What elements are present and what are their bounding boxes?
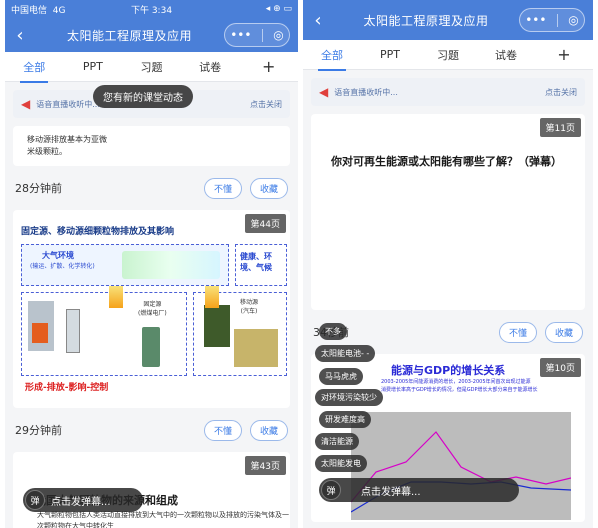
slide-card-44[interactable]: 第44页 固定源、移动源细颗粒物排放及其影响 大气环境 (输运、扩散、化学转化)…	[13, 210, 290, 408]
particle-image	[122, 251, 220, 279]
danmu-input-bar[interactable]: 弹 点击发弹幕...	[319, 478, 519, 502]
danmu-item: 研发难度高	[319, 411, 371, 428]
atmosphere-box: 大气环境 (输运、扩散、化学转化)	[21, 244, 229, 286]
left-screenshot: 中国电信 4G 下午 3:34 ◂ ⊕ ▭ ‹ 太阳能工程原理及应用 ••• ◎…	[5, 0, 298, 528]
page-title: 太阳能工程原理及应用	[363, 13, 489, 28]
fixed-source-label: 固定源 (燃煤电厂)	[138, 301, 167, 317]
fixed-source-box: 固定源 (燃煤电厂)	[21, 292, 187, 376]
nav-bar: ‹ 太阳能工程原理及应用 ••• ◎	[5, 18, 298, 52]
health-label: 健康、环境、气候	[240, 252, 272, 272]
favorite-button[interactable]: 收藏	[544, 321, 583, 343]
page-badge: 第44页	[244, 214, 286, 233]
speaker-icon: ◀	[21, 97, 31, 111]
timestamp: 28分钟前	[15, 182, 62, 195]
slide-meta-row: 29分钟前 不懂 收藏	[5, 412, 298, 448]
tab-ppt[interactable]: PPT	[64, 60, 123, 73]
favorite-button[interactable]: 收藏	[249, 419, 288, 441]
form-emit-control-label: 形成-排放-影响-控制	[25, 383, 109, 393]
slide-text-line: 米级颗粒。	[27, 147, 67, 156]
engine-image	[204, 305, 230, 347]
nav-bar: ‹ 太阳能工程原理及应用 ••• ◎	[303, 0, 593, 40]
tab-ppt[interactable]: PPT	[361, 48, 419, 61]
tab-exams[interactable]: 试卷	[477, 47, 535, 63]
page-badge: 第43页	[244, 456, 286, 475]
atmosphere-sub: (输运、扩散、化学转化)	[30, 263, 95, 270]
target-icon[interactable]: ◎	[568, 13, 578, 27]
danmu-item: 太阳能发电	[315, 455, 367, 472]
danmu-input-bar[interactable]: 弹 点击发弹幕...	[23, 488, 143, 512]
piston-image	[234, 329, 278, 367]
tab-bar: 全部 PPT 习题 试卷 +	[5, 52, 298, 83]
voice-close-button[interactable]: 点击关闭	[545, 87, 577, 98]
slide-title: 能源与GDP的增长关系	[391, 364, 506, 377]
health-box: 健康、环境、气候	[235, 244, 287, 286]
tab-exercises[interactable]: 习题	[122, 59, 181, 75]
clock: 下午 3:34	[130, 5, 173, 16]
tab-exercises[interactable]: 习题	[419, 47, 477, 63]
danmu-item: 清洁能源	[315, 433, 359, 450]
danmu-input[interactable]: 点击发弹幕...	[51, 493, 111, 508]
mobile-arrow	[205, 286, 219, 308]
carrier-label: 中国电信	[11, 5, 48, 16]
add-icon[interactable]: +	[535, 45, 593, 64]
danmu-item: 马马虎虎	[319, 368, 363, 385]
danmu-toggle[interactable]: 弹	[25, 490, 45, 510]
danmu-item: 不多	[319, 323, 347, 340]
question-text: 你对可再生能源或太阳能有哪些了解？（弹幕）	[331, 155, 562, 168]
danmu-item: 对环境污染较少	[315, 389, 383, 406]
chimney-image	[142, 327, 160, 367]
filter-image	[66, 309, 80, 353]
gdp-energy-chart	[351, 412, 571, 520]
slide-card-partial[interactable]: 移动源排放基本为亚微 米级颗粒。	[13, 126, 290, 166]
tab-exams[interactable]: 试卷	[181, 59, 240, 75]
not-understand-button[interactable]: 不懂	[498, 321, 537, 343]
mobile-source-label: 移动源 (汽车)	[240, 299, 259, 315]
slide-text: 大气颗粒物包括人类活动直接排放到大气中的一次颗粒物以及排放的污染气体及一次颗粒物…	[37, 511, 289, 528]
more-icon[interactable]: •••	[525, 13, 546, 27]
danmu-toggle[interactable]: 弹	[321, 480, 341, 500]
not-understand-button[interactable]: 不懂	[203, 419, 242, 441]
slide-meta-row: 28分钟前 不懂 收藏	[5, 170, 298, 206]
target-icon[interactable]: ◎	[273, 28, 283, 42]
back-icon[interactable]: ‹	[303, 10, 333, 31]
miniprogram-capsule: ••• ◎	[224, 23, 290, 47]
speaker-icon: ◀	[319, 85, 329, 99]
back-icon[interactable]: ‹	[5, 25, 35, 46]
page-badge: 第10页	[539, 358, 581, 377]
fire-image	[32, 323, 48, 343]
more-icon[interactable]: •••	[230, 28, 251, 42]
right-screenshot: ‹ 太阳能工程原理及应用 ••• ◎ 全部 PPT 习题 试卷 + ◀ 语音直播…	[303, 0, 593, 528]
slide-text: 2003-2005年间能源消费的增长，2003-2005年间首次出现过能源 消费…	[381, 379, 538, 393]
not-understand-button[interactable]: 不懂	[203, 177, 242, 199]
tab-bar: 全部 PPT 习题 试卷 +	[303, 40, 593, 71]
page-title: 太阳能工程原理及应用	[66, 28, 192, 43]
danmu-input[interactable]: 点击发弹幕...	[361, 483, 421, 498]
battery-icon: ◂ ⊕ ▭	[265, 4, 293, 14]
slide-text-line: 移动源排放基本为亚微	[27, 135, 107, 144]
atmosphere-label: 大气环境	[42, 251, 74, 260]
status-bar: 中国电信 4G 下午 3:34 ◂ ⊕ ▭	[5, 0, 298, 18]
tab-all[interactable]: 全部	[5, 59, 64, 83]
voice-status: 语音直播收听中...	[334, 87, 398, 97]
timestamp: 29分钟前	[15, 424, 62, 437]
fixed-arrow	[109, 286, 123, 308]
tab-all[interactable]: 全部	[303, 47, 361, 71]
page-badge: 第11页	[539, 118, 581, 137]
voice-close-button[interactable]: 点击关闭	[250, 99, 282, 110]
miniprogram-capsule: ••• ◎	[519, 8, 585, 32]
favorite-button[interactable]: 收藏	[249, 177, 288, 199]
slide-card-11[interactable]: 第11页 你对可再生能源或太阳能有哪些了解？（弹幕）	[311, 114, 585, 310]
network-label: 4G	[52, 5, 66, 16]
danmu-item: 太阳能电池- -	[315, 345, 376, 362]
voice-live-bar: ◀ 语音直播收听中... 点击关闭	[311, 78, 585, 106]
add-icon[interactable]: +	[239, 57, 298, 76]
new-activity-toast[interactable]: 您有新的课堂动态	[93, 85, 193, 108]
